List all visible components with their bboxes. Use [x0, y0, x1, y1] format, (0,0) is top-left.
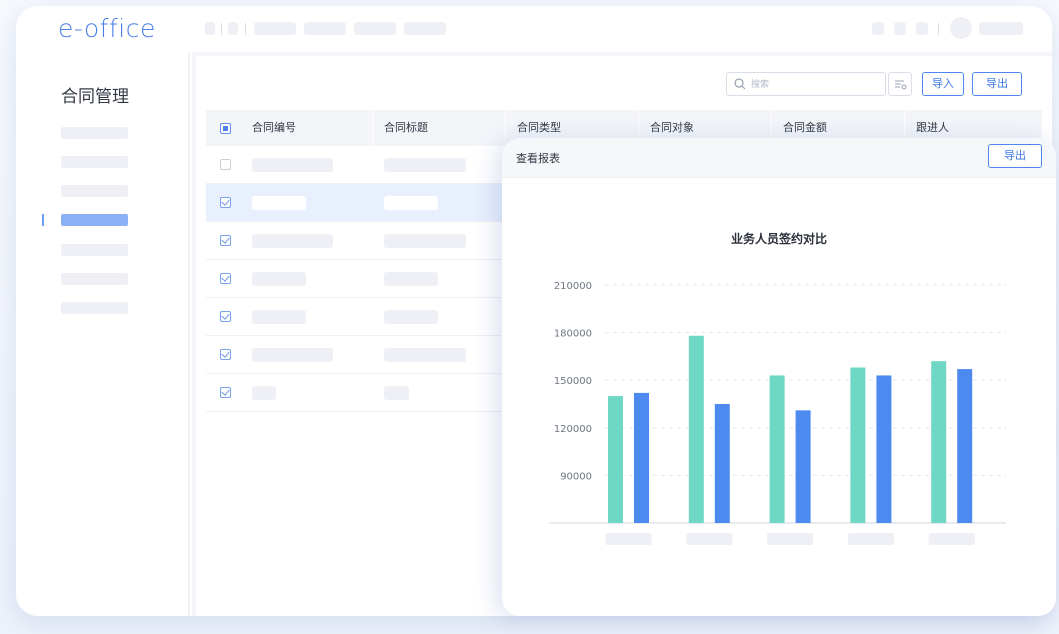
sidebar-item[interactable] [61, 156, 128, 168]
row-checkbox[interactable] [220, 235, 231, 246]
select-all-checkbox[interactable] [220, 123, 231, 134]
cell-placeholder [252, 234, 333, 248]
cell-placeholder [384, 386, 409, 400]
row-checkbox[interactable] [220, 197, 231, 208]
nav-placeholder-6[interactable] [404, 22, 446, 35]
avatar[interactable] [950, 17, 972, 39]
bar [850, 367, 866, 523]
nav-placeholder-5[interactable] [354, 22, 396, 35]
row-checkbox[interactable] [220, 387, 231, 398]
cell-placeholder [384, 348, 466, 362]
nav-placeholder-4[interactable] [304, 22, 346, 35]
bar [714, 404, 730, 523]
sidebar-title: 合同管理 [61, 87, 129, 106]
nav-placeholder-3[interactable] [254, 22, 296, 35]
cell-placeholder [384, 234, 466, 248]
header-separator [938, 23, 939, 35]
cell-placeholder [252, 386, 276, 400]
bar [769, 375, 785, 523]
x-category-label [605, 533, 652, 545]
cell-placeholder [384, 310, 438, 324]
x-category-label [847, 533, 894, 545]
topbar: e-office [16, 6, 1052, 52]
search-placeholder: 搜索 [751, 80, 770, 90]
nav-placeholder-1[interactable] [205, 22, 215, 35]
row-checkbox[interactable] [220, 273, 231, 284]
search-icon [734, 78, 746, 90]
bar [931, 361, 947, 523]
header-action-placeholder-2[interactable] [894, 22, 906, 35]
stage: e-office 合同管理 搜索 导入 导出 合同编号 合同标题 合同类型 合同… [0, 0, 1059, 634]
export-button[interactable]: 导出 [972, 72, 1022, 96]
cell-placeholder [252, 158, 333, 172]
y-tick-label: 120000 [554, 424, 592, 435]
row-checkbox[interactable] [220, 159, 231, 170]
search-input[interactable]: 搜索 [726, 72, 886, 96]
y-tick-label: 180000 [554, 329, 592, 340]
row-checkbox[interactable] [220, 311, 231, 322]
nav-placeholder-2[interactable] [228, 22, 238, 35]
nav-separator [221, 23, 222, 35]
row-checkbox[interactable] [220, 349, 231, 360]
cell-placeholder [252, 310, 306, 324]
cell-placeholder [384, 158, 466, 172]
sidebar: 合同管理 [16, 52, 190, 616]
cell-placeholder [252, 196, 306, 210]
cell-placeholder [384, 272, 438, 286]
sidebar-item[interactable] [61, 273, 128, 285]
bar-chart: 210000 180000 150000 120000 90000 [549, 281, 1006, 545]
report-panel: 查看报表 导出 业务人员签约对比 210000 180000 150000 12000… [502, 138, 1056, 616]
bar [608, 396, 623, 523]
app-logo[interactable]: e-office [58, 14, 156, 43]
column-header[interactable]: 合同标题 [372, 110, 505, 146]
sidebar-item[interactable] [61, 127, 128, 139]
x-category-label [686, 533, 733, 545]
sidebar-item[interactable] [61, 302, 128, 314]
y-tick-label: 150000 [554, 376, 592, 387]
cell-placeholder [384, 196, 438, 210]
sidebar-item[interactable] [61, 244, 128, 256]
import-button[interactable]: 导入 [922, 72, 964, 96]
x-category-label [928, 533, 975, 545]
cell-placeholder [252, 348, 333, 362]
filter-icon [895, 80, 907, 90]
header-action-placeholder-3[interactable] [916, 22, 928, 35]
bar [688, 335, 704, 523]
bar [876, 375, 892, 523]
column-header[interactable]: 合同编号 [240, 110, 372, 146]
bar [634, 392, 649, 523]
sidebar-item[interactable] [61, 185, 128, 197]
username-placeholder[interactable] [979, 22, 1023, 35]
filter-button[interactable] [888, 72, 912, 96]
nav-separator [245, 23, 246, 35]
header-action-placeholder-1[interactable] [872, 22, 884, 35]
cell-placeholder [252, 272, 306, 286]
y-tick-label: 210000 [554, 281, 592, 292]
sidebar-active-marker [42, 214, 44, 226]
bar [795, 410, 811, 523]
y-tick-label: 90000 [560, 471, 592, 482]
sidebar-item-active[interactable] [61, 214, 128, 226]
bar [957, 369, 973, 523]
x-category-label [767, 533, 814, 545]
